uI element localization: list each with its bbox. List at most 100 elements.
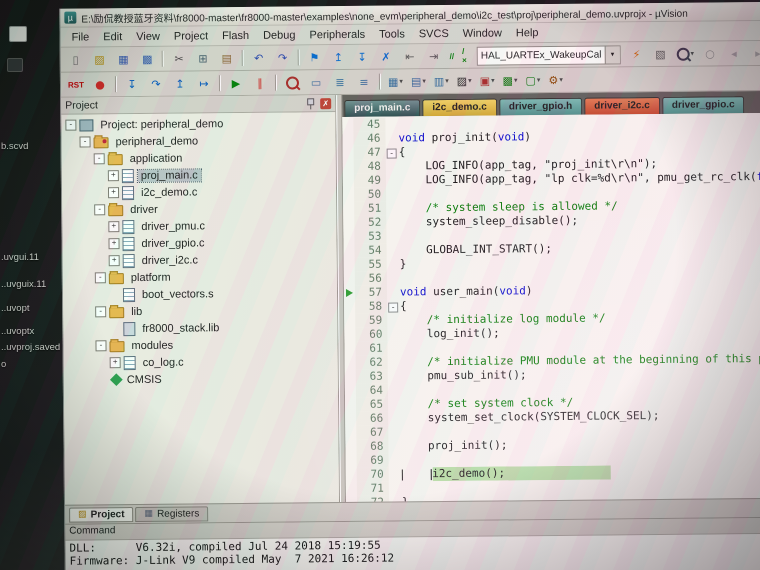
toolbox-icon[interactable]: ⚙▾ (545, 69, 566, 90)
menu-help[interactable]: Help (509, 25, 546, 41)
menu-svcs[interactable]: SVCS (412, 25, 456, 41)
desktop-item-label[interactable]: o (1, 359, 6, 370)
menu-peripherals[interactable]: Peripherals (302, 26, 372, 43)
code-area[interactable]: 4546void proj_init(void)47-{48 LOG_INFO(… (342, 113, 760, 502)
watch-window-icon[interactable]: ▦▾ (385, 71, 406, 92)
nav-back-icon[interactable]: ◂ (723, 43, 745, 64)
step-into-icon[interactable]: ↧ (121, 73, 143, 94)
workspace-tab-registers[interactable]: ▦Registers (135, 506, 208, 522)
comment-icon[interactable]: // (447, 45, 458, 66)
collapse-icon[interactable]: - (95, 306, 106, 317)
stop-debug-icon[interactable]: ● (89, 74, 111, 95)
chevron-down-icon[interactable]: ▾ (445, 77, 449, 85)
redo-icon[interactable]: ↷ (272, 47, 294, 68)
expand-icon[interactable]: + (109, 255, 120, 266)
collapse-icon[interactable]: - (65, 120, 76, 131)
close-icon[interactable]: ✗ (320, 98, 331, 109)
desktop-item-label[interactable]: ..uvguix.11 (1, 279, 46, 290)
menu-project[interactable]: Project (167, 28, 215, 44)
desktop-item-label[interactable]: b.scvd (1, 141, 28, 152)
clear-bookmarks-icon[interactable]: ✗ (375, 46, 397, 67)
prev-bookmark-icon[interactable]: ↥ (327, 46, 349, 67)
editor-tab-driver-gpio-c[interactable]: driver_gpio.c (662, 96, 745, 114)
serial-window-icon[interactable]: ▥▾ (431, 70, 452, 91)
collapse-icon[interactable]: - (79, 136, 90, 147)
halt-icon[interactable]: ∥ (249, 72, 271, 93)
copy-icon[interactable]: ⊞ (192, 48, 214, 69)
save-icon[interactable]: ▦ (112, 49, 134, 70)
editor-tab-proj-main-c[interactable]: proj_main.c (344, 99, 420, 117)
find-in-files-icon[interactable]: ▾ (673, 43, 697, 64)
save-all-icon[interactable]: ▩ (136, 48, 158, 69)
expand-icon[interactable]: + (108, 238, 119, 249)
chevron-down-icon[interactable]: ▾ (491, 77, 495, 85)
symbols-window-icon[interactable]: ≡ (353, 71, 375, 92)
menu-debug[interactable]: Debug (256, 27, 303, 43)
outdent-icon[interactable]: ⇤ (399, 46, 421, 67)
analysis-window-icon[interactable]: ▨▾ (454, 70, 475, 91)
desktop-folder-icon[interactable] (7, 58, 23, 72)
pin-icon[interactable] (306, 98, 316, 108)
next-bookmark-icon[interactable]: ↧ (351, 46, 373, 67)
trace-window-icon[interactable]: ▣▾ (477, 70, 498, 91)
chevron-down-icon[interactable]: ▾ (690, 50, 694, 58)
chevron-down-icon[interactable]: ▾ (468, 77, 472, 85)
menu-window[interactable]: Window (456, 25, 509, 42)
collapse-icon[interactable]: - (94, 204, 105, 215)
chevron-down-icon[interactable]: ▾ (422, 77, 426, 85)
desktop-item-label[interactable]: .uvgui.11 (1, 252, 39, 263)
desktop-file-icon[interactable] (9, 26, 27, 42)
menu-flash[interactable]: Flash (215, 27, 256, 43)
step-over-icon[interactable]: ↷ (145, 73, 167, 94)
menu-file[interactable]: File (64, 29, 96, 45)
disassembly-window-icon[interactable]: ≣ (329, 71, 351, 92)
desktop-item-label[interactable]: ..uvopt (1, 303, 30, 314)
indent-icon[interactable]: ⇥ (423, 46, 445, 67)
nav-forward-icon[interactable]: ▸ (747, 42, 760, 63)
fold-collapse-icon[interactable]: - (388, 302, 398, 312)
editor-tab-i2c-demo-c[interactable]: i2c_demo.c (422, 99, 497, 117)
chevron-down-icon[interactable]: ▾ (537, 76, 541, 84)
target-options-icon[interactable]: ▧ (649, 43, 671, 64)
project-tree[interactable]: -Project: peripheral_demo-peripheral_dem… (61, 112, 339, 505)
reset-icon[interactable]: RST (65, 74, 87, 95)
tree-item-cmsis[interactable]: CMSIS (64, 369, 338, 389)
forum-icon[interactable]: ○ (699, 43, 721, 64)
desktop-item-label[interactable]: ..uvoptx (1, 326, 34, 337)
expand-icon[interactable]: + (108, 221, 119, 232)
memory-window-icon[interactable]: ▤▾ (408, 71, 429, 92)
open-folder-icon[interactable]: ▨ (89, 49, 111, 70)
new-file-icon[interactable]: ▯ (65, 49, 87, 70)
start-debug-icon[interactable] (281, 72, 303, 93)
cut-icon[interactable]: ✂ (168, 48, 190, 69)
undo-icon[interactable]: ↶ (248, 47, 270, 68)
menu-edit[interactable]: Edit (96, 29, 129, 45)
chevron-down-icon[interactable]: ▾ (399, 77, 403, 85)
fold-collapse-icon[interactable]: - (387, 148, 397, 158)
expand-icon[interactable]: + (108, 187, 119, 198)
bookmark-icon[interactable]: ⚑ (303, 47, 325, 68)
run-to-cursor-icon[interactable]: ↦ (193, 73, 215, 94)
expand-icon[interactable]: + (108, 170, 119, 181)
workspace-tab-project[interactable]: ▨Project (69, 507, 134, 523)
restore-views-icon[interactable]: ▢▾ (522, 70, 543, 91)
editor-tab-driver-gpio-h[interactable]: driver_gpio.h (499, 98, 583, 116)
collapse-icon[interactable]: - (94, 153, 105, 164)
system-viewer-icon[interactable]: ▩▾ (499, 70, 520, 91)
menu-view[interactable]: View (129, 28, 167, 44)
editor-tab-driver-i2c-c[interactable]: driver_i2c.c (584, 97, 660, 115)
chevron-down-icon[interactable]: ▾ (559, 76, 563, 84)
uncomment-icon[interactable]: /× (459, 45, 472, 66)
chevron-down-icon[interactable]: ▾ (514, 76, 518, 84)
flash-download-icon[interactable]: ⚡ (625, 44, 647, 65)
desktop-item-label[interactable]: ..uvproj.saved (1, 342, 60, 353)
run-icon[interactable]: ▶ (225, 72, 247, 93)
step-out-icon[interactable]: ↥ (169, 73, 191, 94)
collapse-icon[interactable]: - (95, 340, 106, 351)
menu-tools[interactable]: Tools (372, 26, 412, 42)
paste-icon[interactable]: ▤ (216, 48, 238, 69)
collapse-icon[interactable]: - (95, 272, 106, 283)
chevron-down-icon[interactable]: ▾ (604, 46, 619, 63)
target-select[interactable]: HAL_UARTEx_WakeupCal ▾ (477, 45, 621, 65)
command-output[interactable]: DLL: V6.32i, compiled Jul 24 2018 15:19:… (65, 534, 760, 570)
